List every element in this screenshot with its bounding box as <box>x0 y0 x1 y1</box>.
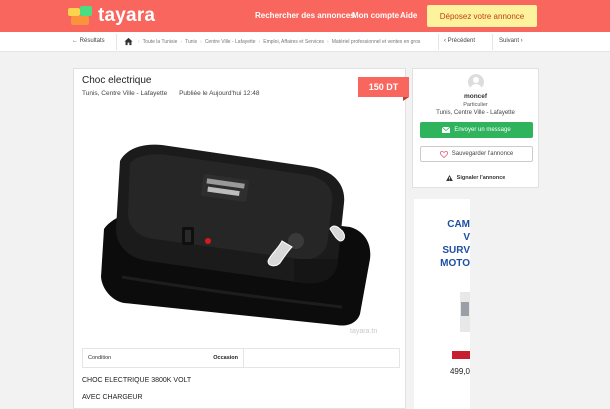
ad-badge <box>452 351 470 359</box>
ad-text-line: SURV <box>442 245 470 256</box>
home-icon[interactable] <box>124 37 133 46</box>
advertisement-banner[interactable]: CAM V SURV MOTO 499,0 <box>414 199 470 409</box>
description-line: CHOC ELECTRIQUE 3800K VOLT <box>82 377 192 384</box>
nav-search-ads[interactable]: Rechercher des annonces <box>255 11 355 20</box>
details-table: Condition Occasion <box>82 348 400 368</box>
seller-card: moncef Particulier Tunis, Centre Ville -… <box>412 68 539 188</box>
breadcrumb-item[interactable]: Emploi, Affaires et Services <box>263 39 324 45</box>
breadcrumb-item[interactable]: Centre Ville - Lafayette <box>205 39 256 45</box>
listing-title: Choc electrique <box>82 75 152 86</box>
save-ad-button[interactable]: Sauvegarder l'annonce <box>420 146 533 162</box>
seller-location: Tunis, Centre Ville - Lafayette <box>436 110 515 116</box>
logo-text: tayara <box>98 5 156 26</box>
listing-location: Tunis, Centre Ville - Lafayette <box>82 90 168 97</box>
heart-icon <box>439 150 448 158</box>
ad-product-image <box>461 302 469 316</box>
logo-icon <box>68 6 94 26</box>
breadcrumb-item[interactable]: Toute la Tunisie <box>143 39 178 45</box>
divider <box>116 34 117 50</box>
listing-published: Publiée le Aujourd'hui 12:48 <box>179 90 260 97</box>
listing-card: Choc electrique Tunis, Centre Ville - La… <box>73 68 406 409</box>
breadcrumb-item[interactable]: Tunis <box>185 39 197 45</box>
price-tag: 150 DT <box>358 77 409 97</box>
avatar <box>468 74 484 90</box>
price-tag-fold <box>403 97 409 101</box>
top-bar: tayara Rechercher des annonces Mon compt… <box>0 0 610 32</box>
save-ad-label: Sauvegarder l'annonce <box>451 151 514 157</box>
site-logo[interactable]: tayara <box>68 4 155 28</box>
report-ad-label: Signaler l'annonce <box>456 175 506 181</box>
seller-type: Particulier <box>463 102 488 108</box>
detail-label: Condition <box>88 355 112 361</box>
previous-ad-link[interactable]: ‹ Précédent <box>444 38 475 44</box>
seller-name: moncef <box>463 93 488 100</box>
back-to-results-link[interactable]: ← Résultats <box>72 38 105 44</box>
listing-photo[interactable]: tayara.tn <box>82 109 398 339</box>
send-message-button[interactable]: Envoyer un message <box>420 122 533 138</box>
breadcrumb-item[interactable]: Matériel professionnel et ventes en gros <box>332 39 421 45</box>
ad-text-line: V <box>463 232 470 243</box>
breadcrumb-bar: ← Résultats › Toute la Tunisie › Tunis ›… <box>0 32 610 52</box>
description-line: AVEC CHARGEUR <box>82 394 143 401</box>
nav-help[interactable]: Aide <box>400 11 417 20</box>
send-message-label: Envoyer un message <box>454 127 511 133</box>
ad-text-line: CAM <box>447 219 470 230</box>
post-ad-button[interactable]: Déposez votre annonce <box>427 5 537 27</box>
ad-price: 499,0 <box>449 367 470 376</box>
divider <box>438 34 439 50</box>
detail-value: Occasion <box>161 349 244 367</box>
listing-meta: Tunis, Centre Ville - Lafayette Publiée … <box>82 90 269 97</box>
photo-watermark: tayara.tn <box>350 328 377 335</box>
report-ad-link[interactable]: Signaler l'annonce <box>413 175 538 181</box>
next-ad-link[interactable]: Suivant › <box>499 38 523 44</box>
ad-text-line: MOTO <box>440 258 470 269</box>
breadcrumb: › Toute la Tunisie › Tunis › Centre Vill… <box>138 39 421 45</box>
warning-icon <box>445 175 453 181</box>
divider <box>492 34 493 50</box>
envelope-icon <box>442 127 451 133</box>
nav-my-account[interactable]: Mon compte <box>352 11 399 20</box>
